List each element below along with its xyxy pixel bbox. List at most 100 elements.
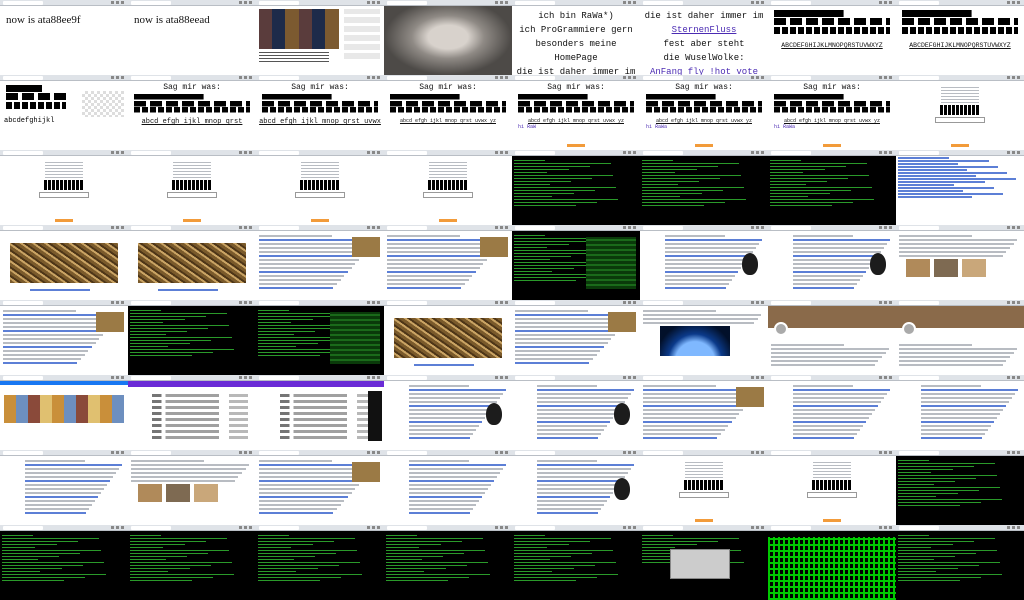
- thumbnail-15[interactable]: Sag mir was: abcd efgh ijkl mnop qrst uvw…: [768, 75, 896, 150]
- window-controls-icon[interactable]: [751, 151, 765, 154]
- story-cards[interactable]: [4, 395, 124, 423]
- thumbnail-27[interactable]: [256, 225, 384, 300]
- window-controls-icon[interactable]: [239, 1, 253, 4]
- thumbnail-14[interactable]: Sag mir was: abcd efgh ijkl mnop qrst uvw…: [640, 75, 768, 150]
- result-row[interactable]: [152, 412, 248, 415]
- browser-tab[interactable]: [771, 1, 811, 5]
- thumbnail-57[interactable]: [0, 525, 128, 600]
- browser-tab[interactable]: [643, 451, 683, 455]
- thumbnail-12[interactable]: Sag mir was: abcd efgh ijkl mnop qrst uvw…: [384, 75, 512, 150]
- window-controls-icon[interactable]: [1007, 376, 1021, 379]
- thumbnail-26[interactable]: [128, 225, 256, 300]
- browser-tab[interactable]: [899, 451, 939, 455]
- thumbnail-7[interactable]: ABCDEFGHIJKLMNOPQRSTUVWXYZ: [768, 0, 896, 75]
- browser-tab[interactable]: [515, 226, 555, 230]
- browser-tab[interactable]: [771, 76, 811, 80]
- browser-tab[interactable]: [131, 226, 171, 230]
- window-controls-icon[interactable]: [1007, 1, 1021, 4]
- browser-tab[interactable]: [387, 376, 427, 380]
- window-controls-icon[interactable]: [239, 226, 253, 229]
- browser-tab[interactable]: [899, 526, 939, 530]
- window-controls-icon[interactable]: [623, 76, 637, 79]
- window-controls-icon[interactable]: [879, 376, 893, 379]
- thumbnail-50[interactable]: [128, 450, 256, 525]
- thumbnail-21[interactable]: [512, 150, 640, 225]
- result-row[interactable]: [280, 406, 376, 409]
- thumbnail-42[interactable]: [128, 375, 256, 450]
- thumbnail-28[interactable]: [384, 225, 512, 300]
- window-controls-icon[interactable]: [367, 76, 381, 79]
- link-line[interactable]: [898, 187, 994, 189]
- browser-tab[interactable]: [515, 376, 555, 380]
- window-controls-icon[interactable]: [367, 226, 381, 229]
- window-controls-icon[interactable]: [1007, 301, 1021, 304]
- window-controls-icon[interactable]: [495, 451, 509, 454]
- window-controls-icon[interactable]: [623, 226, 637, 229]
- window-controls-icon[interactable]: [495, 376, 509, 379]
- thumbnail-58[interactable]: [128, 525, 256, 600]
- result-row[interactable]: [152, 400, 248, 403]
- browser-tab[interactable]: [131, 76, 171, 80]
- window-controls-icon[interactable]: [879, 301, 893, 304]
- thumbnail-8[interactable]: ABCDEFGHIJKLMNOPQRSTUVWXYZ: [896, 0, 1024, 75]
- thumbnail-32[interactable]: [896, 225, 1024, 300]
- window-controls-icon[interactable]: [1007, 151, 1021, 154]
- browser-tab[interactable]: [515, 1, 555, 5]
- browser-tab[interactable]: [259, 76, 299, 80]
- thumbnail-37[interactable]: [512, 300, 640, 375]
- window-controls-icon[interactable]: [495, 226, 509, 229]
- result-row[interactable]: [280, 394, 376, 397]
- result-row[interactable]: [280, 412, 376, 415]
- window-controls-icon[interactable]: [879, 451, 893, 454]
- link-line[interactable]: [898, 178, 1016, 180]
- browser-tab[interactable]: [643, 76, 683, 80]
- result-row[interactable]: [280, 424, 376, 427]
- link-line[interactable]: [898, 190, 964, 192]
- thumbnail-36[interactable]: [384, 300, 512, 375]
- window-controls-icon[interactable]: [239, 526, 253, 529]
- browser-tab[interactable]: [387, 226, 427, 230]
- browser-tab[interactable]: [515, 451, 555, 455]
- thumbnail-45[interactable]: [512, 375, 640, 450]
- window-controls-icon[interactable]: [879, 76, 893, 79]
- browser-tab[interactable]: [131, 526, 171, 530]
- window-controls-icon[interactable]: [239, 301, 253, 304]
- result-row[interactable]: [280, 430, 376, 433]
- thumbnail-10[interactable]: Sag mir was: abcd efgh ijkl mnop qrst: [128, 75, 256, 150]
- thumbnail-31[interactable]: [768, 225, 896, 300]
- thumbnail-55[interactable]: [768, 450, 896, 525]
- thumbnail-3[interactable]: [256, 0, 384, 75]
- thumbnail-53[interactable]: [512, 450, 640, 525]
- browser-tab[interactable]: [3, 151, 43, 155]
- window-controls-icon[interactable]: [623, 1, 637, 4]
- thumbnail-34[interactable]: [128, 300, 256, 375]
- thumbnail-56[interactable]: [896, 450, 1024, 525]
- submit-button[interactable]: [695, 144, 713, 147]
- thumbnail-19[interactable]: [256, 150, 384, 225]
- window-controls-icon[interactable]: [623, 526, 637, 529]
- window-controls-icon[interactable]: [111, 1, 125, 4]
- window-controls-icon[interactable]: [751, 1, 765, 4]
- submit-button[interactable]: [55, 219, 73, 222]
- browser-tab[interactable]: [899, 376, 939, 380]
- window-controls-icon[interactable]: [367, 301, 381, 304]
- browser-tab[interactable]: [259, 526, 299, 530]
- thumbnail-13[interactable]: Sag mir was: abcd efgh ijkl mnop qrst uvw…: [512, 75, 640, 150]
- browser-tab[interactable]: [131, 301, 171, 305]
- link-line[interactable]: [898, 157, 950, 159]
- browser-tab[interactable]: [643, 226, 683, 230]
- thumbnail-63[interactable]: [768, 525, 896, 600]
- window-controls-icon[interactable]: [367, 1, 381, 4]
- browser-tab[interactable]: [771, 151, 811, 155]
- result-row[interactable]: [152, 436, 248, 439]
- window-controls-icon[interactable]: [623, 301, 637, 304]
- link-line[interactable]: [898, 184, 955, 186]
- thumbnail-11[interactable]: Sag mir was: abcd efgh ijkl mnop qrst uvw…: [256, 75, 384, 150]
- window-controls-icon[interactable]: [111, 526, 125, 529]
- browser-tab[interactable]: [515, 76, 555, 80]
- window-controls-icon[interactable]: [623, 451, 637, 454]
- window-controls-icon[interactable]: [751, 526, 765, 529]
- submit-button[interactable]: [439, 219, 457, 222]
- browser-tab[interactable]: [259, 226, 299, 230]
- browser-tab[interactable]: [259, 451, 299, 455]
